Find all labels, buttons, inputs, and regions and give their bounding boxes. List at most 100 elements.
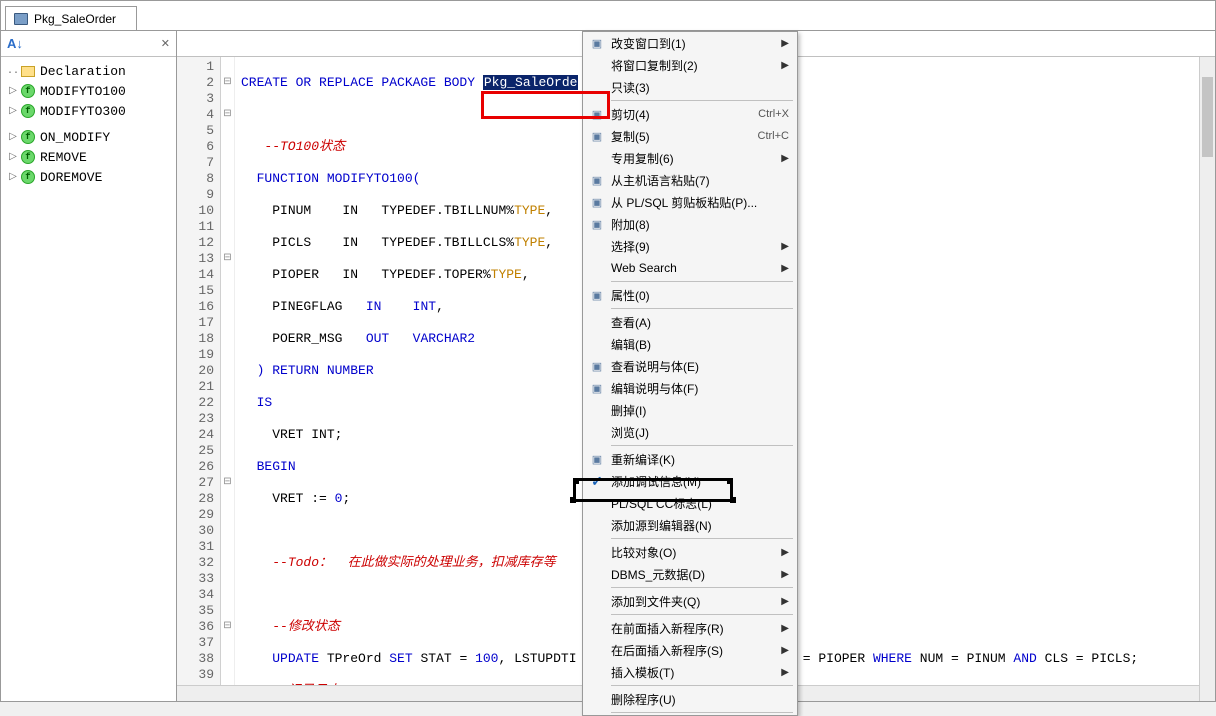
tree-item[interactable]: ▷fMODIFYTO300 [3,101,174,121]
menu-separator [611,281,793,282]
main-area: A↓ ✕ ... Declaration ▷fMODIFYTO100 ▷fMOD… [1,31,1215,701]
menu-separator [611,685,793,686]
sidebar-close-icon[interactable]: ✕ [161,37,170,50]
menu-item[interactable]: 添加到文件夹(Q)▶ [583,590,797,612]
menu-label: 添加源到编辑器(N) [611,517,789,534]
menu-label: 从主机语言粘贴(7) [611,172,789,189]
paste2-icon: ▣ [589,194,605,210]
menu-item[interactable]: 添加源到编辑器(N) [583,514,797,536]
menu-item[interactable]: ▣ 改变窗口到(1)▶ [583,32,797,54]
attach-icon: ▣ [589,216,605,232]
menu-label: 在后面插入新程序(S) [611,642,775,659]
menu-item[interactable]: 删除程序(U) [583,688,797,710]
menu-item[interactable]: ✓添加调试信息(M) [583,470,797,492]
vertical-scrollbar[interactable] [1199,57,1215,701]
menu-item[interactable]: ▣ 属性(0) [583,284,797,306]
paste-icon: ▣ [589,172,605,188]
menu-item[interactable]: ▣ 复制(5)Ctrl+C [583,125,797,147]
submenu-arrow-icon: ▶ [775,645,789,656]
menu-item[interactable]: ▣剪切(4)Ctrl+X [583,103,797,125]
menu-item[interactable]: ▣ 从主机语言粘贴(7) [583,169,797,191]
context-menu[interactable]: ▣改变窗口到(1)▶将窗口复制到(2)▶只读(3)▣剪切(4)Ctrl+X▣复制… [582,31,798,716]
menu-item[interactable]: 浏览(J) [583,421,797,443]
package-icon [14,13,28,25]
menu-item[interactable]: 只读(3) [583,76,797,98]
menu-label: Web Search [611,261,775,275]
function-icon: f [21,130,35,144]
menu-separator [611,587,793,588]
menu-label: 剪切(4) [611,106,758,123]
menu-item[interactable]: 选择(9)▶ [583,235,797,257]
tree-item[interactable]: ▷fMODIFYTO100 [3,81,174,101]
submenu-arrow-icon: ▶ [775,623,789,634]
menu-label: DBMS_元数据(D) [611,566,775,583]
menu-item[interactable]: Web Search▶ [583,257,797,279]
tree-item[interactable]: ▷fON_MODIFY [3,127,174,147]
menu-separator [611,538,793,539]
menu-item[interactable]: 删掉(I) [583,399,797,421]
resize-icon: ▣ [589,35,605,51]
menu-item[interactable]: ▣编辑说明与体(F) [583,377,797,399]
menu-separator [611,308,793,309]
menu-item[interactable]: 编辑(B) [583,333,797,355]
submenu-arrow-icon: ▶ [775,667,789,678]
tree-root[interactable]: ... Declaration [3,61,174,81]
copy-icon: ▣ [589,128,605,144]
submenu-arrow-icon: ▶ [775,569,789,580]
cut-icon: ▣ [589,106,605,122]
menu-item[interactable]: DBMS_元数据(D)▶ [583,563,797,585]
object-tree[interactable]: ... Declaration ▷fMODIFYTO100 ▷fMODIFYTO… [1,57,176,701]
submenu-arrow-icon: ▶ [775,241,789,252]
function-icon: f [21,104,35,118]
menu-label: 改变窗口到(1) [611,35,775,52]
submenu-arrow-icon: ▶ [775,547,789,558]
menu-item[interactable]: ▣ 从 PL/SQL 剪贴板粘贴(P)... [583,191,797,213]
menu-item[interactable]: 在后面插入新程序(S)▶ [583,639,797,661]
menu-item[interactable]: 将窗口复制到(2)▶ [583,54,797,76]
highlight-menu-box-corners [573,498,733,502]
menu-label: 复制(5) [611,128,758,145]
tree-item[interactable]: ▷fREMOVE [3,147,174,167]
menu-separator [611,445,793,446]
spec2-icon: ▣ [589,380,605,396]
menu-label: 属性(0) [611,287,789,304]
sort-icon[interactable]: A↓ [7,36,23,51]
menu-item[interactable]: 专用复制(6)▶ [583,147,797,169]
tree-item[interactable]: ▷fDOREMOVE [3,167,174,187]
folder-icon [21,66,35,77]
function-icon: f [21,170,35,184]
tab-bar: Pkg_SaleOrder [1,1,1215,31]
menu-label: 查看(A) [611,314,789,331]
menu-item[interactable]: ▣重新编译(K) [583,448,797,470]
menu-label: 专用复制(6) [611,150,775,167]
submenu-arrow-icon: ▶ [775,153,789,164]
menu-label: 将窗口复制到(2) [611,57,775,74]
props-icon: ▣ [589,287,605,303]
menu-item[interactable]: ▣ 附加(8) [583,213,797,235]
fold-column[interactable]: ⊟⊟⊟⊟⊟ [221,57,235,701]
submenu-arrow-icon: ▶ [775,38,789,49]
menu-label: 插入模板(T) [611,664,775,681]
menu-label: 附加(8) [611,216,789,233]
menu-label: 从 PL/SQL 剪贴板粘贴(P)... [611,194,789,211]
menu-item[interactable]: ▣查看说明与体(E) [583,355,797,377]
spec-icon: ▣ [589,358,605,374]
menu-item[interactable]: 查看(A) [583,311,797,333]
menu-shortcut: Ctrl+C [758,130,789,142]
menu-label: 添加到文件夹(Q) [611,593,775,610]
menu-label: 添加调试信息(M) [611,473,789,490]
menu-item[interactable]: 比较对象(O)▶ [583,541,797,563]
menu-label: 浏览(J) [611,424,789,441]
menu-label: 只读(3) [611,79,789,96]
submenu-arrow-icon: ▶ [775,60,789,71]
menu-separator [611,712,793,713]
menu-item[interactable]: 在前面插入新程序(R)▶ [583,617,797,639]
tab-label: Pkg_SaleOrder [34,12,116,26]
menu-item[interactable]: 插入模板(T)▶ [583,661,797,683]
menu-separator [611,614,793,615]
menu-item[interactable]: PL/SQL CC标志(L) [583,492,797,514]
tab-pkg-saleorder[interactable]: Pkg_SaleOrder [5,6,137,30]
menu-label: 在前面插入新程序(R) [611,620,775,637]
menu-label: 选择(9) [611,238,775,255]
sidebar: A↓ ✕ ... Declaration ▷fMODIFYTO100 ▷fMOD… [1,31,177,701]
